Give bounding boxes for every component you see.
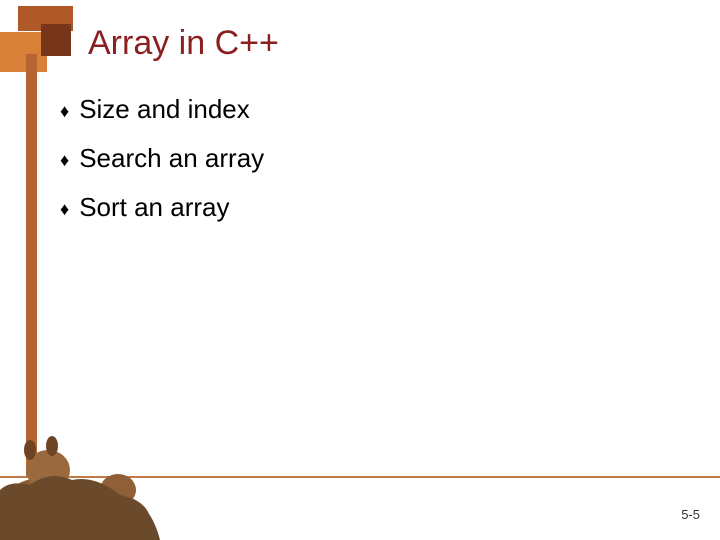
list-item: ♦ Sort an array [60,192,660,223]
diamond-icon: ♦ [60,200,69,218]
accent-square-orange [0,32,47,72]
bullet-list: ♦ Size and index ♦ Search an array ♦ Sor… [60,94,660,241]
list-item: ♦ Search an array [60,143,660,174]
footer-line [0,476,720,478]
left-bar [26,54,37,476]
slide: Array in C++ ♦ Size and index ♦ Search a… [0,0,720,540]
bullet-text: Sort an array [79,192,229,223]
page-number: 5-5 [681,507,700,522]
list-item: ♦ Size and index [60,94,660,125]
bullet-text: Size and index [79,94,250,125]
slide-title: Array in C++ [88,24,279,63]
bullet-text: Search an array [79,143,264,174]
accent-square-brown [41,24,71,56]
diamond-icon: ♦ [60,151,69,169]
diamond-icon: ♦ [60,102,69,120]
